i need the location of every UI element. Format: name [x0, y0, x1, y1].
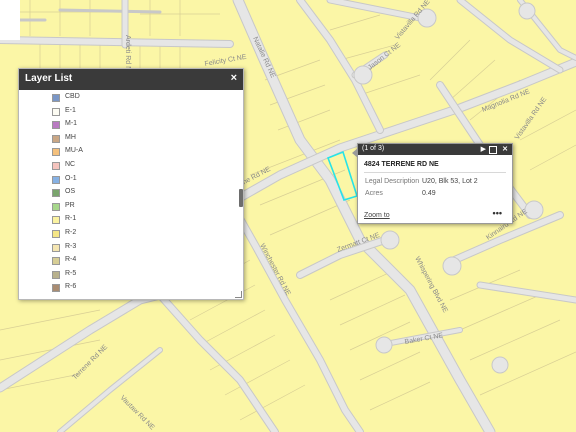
legend-swatch-icon	[52, 189, 60, 198]
feature-popup: (1 of 3) ▶ ✕ 4824 TERRENE RD NE Legal De…	[352, 143, 513, 224]
layer-item[interactable]: NC	[52, 160, 232, 172]
popup-header: (1 of 3) ▶ ✕	[358, 144, 512, 155]
legend-swatch-icon	[52, 134, 60, 143]
layer-item[interactable]: OS	[52, 187, 232, 199]
layer-name: O-1	[65, 174, 77, 182]
layer-item[interactable]: MU-A	[52, 146, 232, 158]
layer-name: M-1	[65, 120, 78, 128]
panel-splitter-handle[interactable]	[239, 189, 243, 207]
legend-swatch-icon	[52, 162, 60, 170]
layer-name: R-1	[65, 215, 77, 223]
legend-swatch-icon	[52, 94, 60, 102]
layer-list-panel: Layer List × CBD E-1 M-1 MH MU-A NC O-1 OS PR R-1…	[18, 68, 244, 300]
layer-name: E-1	[65, 106, 76, 114]
layer-list-header: Layer List ×	[19, 69, 243, 90]
resize-handle[interactable]	[235, 291, 242, 298]
legend-swatch-icon	[52, 216, 60, 225]
layer-name: OS	[65, 188, 76, 196]
layer-name: R-2	[65, 229, 77, 236]
layer-item[interactable]: R-6	[52, 282, 232, 294]
layer-name: MU-A	[65, 147, 83, 155]
layer-name: NC	[65, 161, 76, 168]
legend-swatch-icon	[52, 148, 60, 157]
layer-name: R-4	[65, 256, 77, 264]
layer-name: R-3	[65, 242, 77, 250]
layer-list-body[interactable]: CBD E-1 M-1 MH MU-A NC O-1 OS PR R-1 R-2 R-3 R-4 R-5 R…	[19, 90, 241, 297]
layer-item[interactable]: MH	[52, 133, 232, 145]
legend-swatch-icon	[52, 284, 60, 293]
layer-item[interactable]: R-1	[52, 214, 232, 226]
map-white-edge	[0, 0, 20, 40]
maximize-icon[interactable]	[489, 146, 497, 154]
legend-swatch-icon	[52, 243, 60, 252]
layer-item[interactable]: M-1	[52, 119, 232, 131]
field-label: Acres	[365, 190, 383, 197]
legend-swatch-icon	[52, 107, 60, 116]
layer-item[interactable]: E-1	[52, 106, 232, 118]
layer-item[interactable]: R-4	[52, 255, 232, 267]
legend-swatch-icon	[52, 270, 60, 279]
layer-list-close-icon[interactable]: ×	[231, 72, 237, 84]
layer-name: R-6	[65, 283, 77, 291]
popup-close-icon[interactable]: ✕	[502, 145, 508, 154]
layer-item[interactable]: PR	[52, 201, 232, 213]
layer-name: R-5	[65, 269, 77, 277]
popup-divider	[364, 172, 506, 173]
layer-list-title: Layer List	[25, 73, 73, 84]
popup-title: 4824 TERRENE RD NE	[364, 161, 439, 168]
layer-item[interactable]: R-3	[52, 242, 232, 254]
more-options-icon[interactable]: •••	[493, 208, 502, 218]
field-value: 0.49	[422, 190, 436, 197]
field-value: U20, Blk 53, Lot 2	[422, 178, 478, 185]
legend-swatch-icon	[52, 257, 60, 266]
field-label: Legal Description	[365, 178, 420, 185]
layer-name: PR	[65, 201, 75, 209]
legend-swatch-icon	[52, 202, 60, 211]
layer-name: MH	[65, 133, 76, 141]
popup-counter: (1 of 3)	[362, 145, 385, 152]
legend-swatch-icon	[52, 175, 60, 184]
layer-item[interactable]: R-2	[52, 228, 232, 240]
legend-swatch-icon	[52, 230, 60, 238]
layer-item[interactable]: O-1	[52, 174, 232, 186]
zoom-to-link[interactable]: Zoom to	[364, 212, 390, 219]
layer-item[interactable]: CBD	[52, 92, 232, 104]
layer-name: CBD	[65, 93, 80, 100]
next-feature-icon[interactable]: ▶	[481, 145, 486, 154]
layer-item[interactable]: R-5	[52, 269, 232, 281]
legend-swatch-icon	[52, 121, 60, 130]
